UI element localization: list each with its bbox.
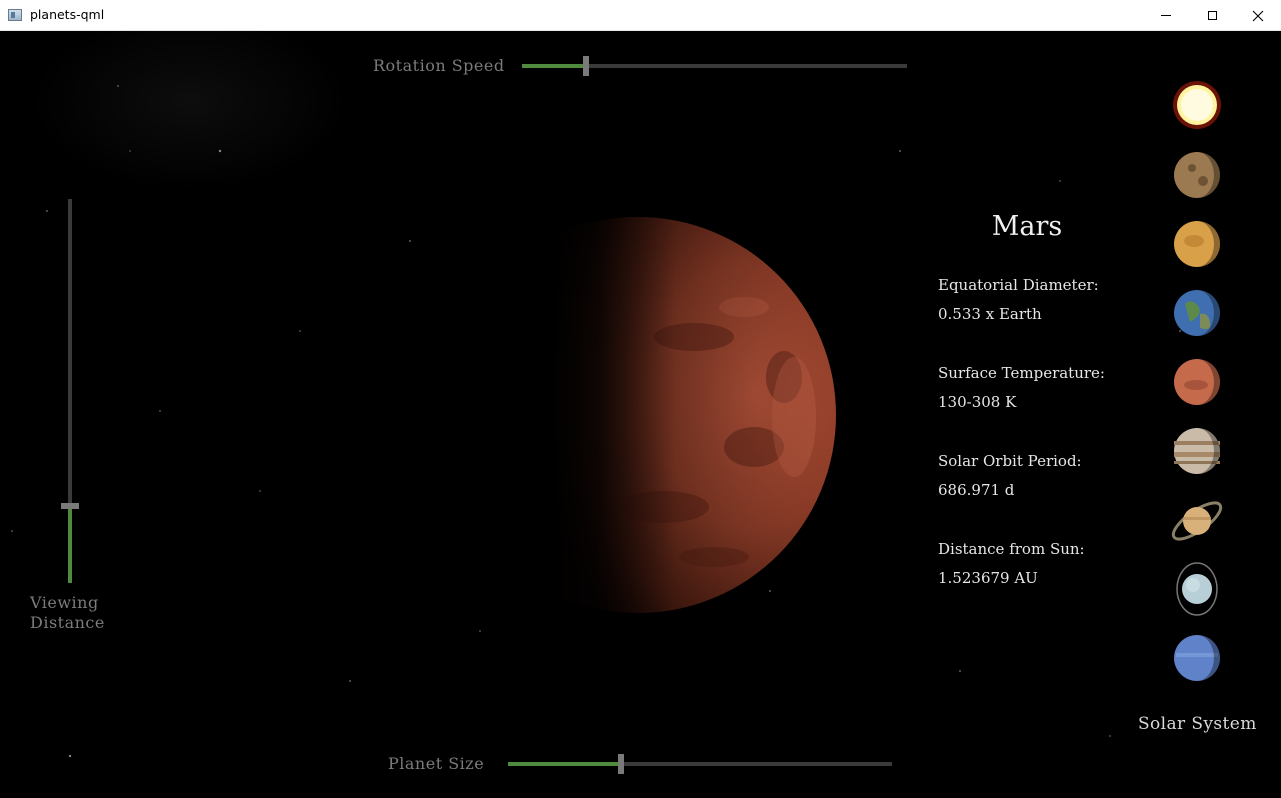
maximize-icon [1207,11,1217,20]
info-row-distance: Distance from Sun: 1.523679 AU [938,535,1085,593]
sun-icon [1173,81,1221,129]
maximize-button[interactable] [1189,0,1235,31]
planet-button-jupiter[interactable] [1170,424,1224,478]
info-value: 1.523679 AU [938,569,1038,587]
info-label: Distance from Sun: [938,540,1085,558]
neptune-icon [1174,635,1220,681]
mars-icon [1174,359,1220,405]
viewing-distance-label: Viewing Distance [30,593,105,632]
planet-viewport[interactable]: Rotation Speed Viewing Distance Mars Equ… [0,31,1281,798]
jupiter-icon [1174,428,1220,474]
info-label: Equatorial Diameter: [938,276,1099,294]
info-label: Solar Orbit Period: [938,452,1082,470]
info-row-orbit-period: Solar Orbit Period: 686.971 d [938,447,1082,505]
app-icon [8,9,22,21]
viewing-distance-fill [68,506,72,583]
planet-name: Mars [991,211,1063,242]
close-icon [1252,10,1264,21]
planet-selector [1170,79,1230,689]
window-titlebar: planets-qml [0,0,1281,31]
earth-icon [1174,290,1220,336]
uranus-icon [1176,562,1218,616]
close-button[interactable] [1235,0,1281,31]
planet-button-venus[interactable] [1170,217,1224,271]
planet-size-handle[interactable] [618,754,625,774]
saturn-icon [1171,501,1223,541]
mercury-icon [1174,152,1220,198]
minimize-button[interactable] [1143,0,1189,31]
rotation-speed-fill [522,64,586,68]
rotation-speed-label: Rotation Speed [373,56,505,75]
planet-button-mercury[interactable] [1170,148,1224,202]
info-value: 686.971 d [938,481,1015,499]
planet-button-saturn[interactable] [1170,493,1224,547]
planet-render[interactable] [544,217,836,613]
planet-button-uranus[interactable] [1170,562,1224,616]
info-row-temperature: Surface Temperature: 130-308 K [938,359,1105,417]
planet-button-mars[interactable] [1170,355,1224,409]
rotation-speed-handle[interactable] [582,56,589,76]
solar-system-button[interactable]: Solar System [1138,714,1257,734]
minimize-icon [1161,15,1171,16]
planet-button-earth[interactable] [1170,286,1224,340]
info-row-diameter: Equatorial Diameter: 0.533 x Earth [938,271,1099,329]
venus-icon [1174,221,1220,267]
info-value: 130-308 K [938,393,1017,411]
planet-size-fill [508,762,622,766]
rotation-speed-slider[interactable] [522,56,907,76]
planet-button-sun[interactable] [1170,79,1224,133]
window-title: planets-qml [30,7,105,22]
info-label: Surface Temperature: [938,364,1105,382]
viewing-distance-slider[interactable] [61,199,79,583]
planet-button-neptune[interactable] [1170,631,1224,685]
planet-size-slider[interactable] [508,754,892,774]
info-value: 0.533 x Earth [938,305,1042,323]
planet-size-label: Planet Size [388,754,485,773]
viewing-distance-handle[interactable] [61,503,79,510]
